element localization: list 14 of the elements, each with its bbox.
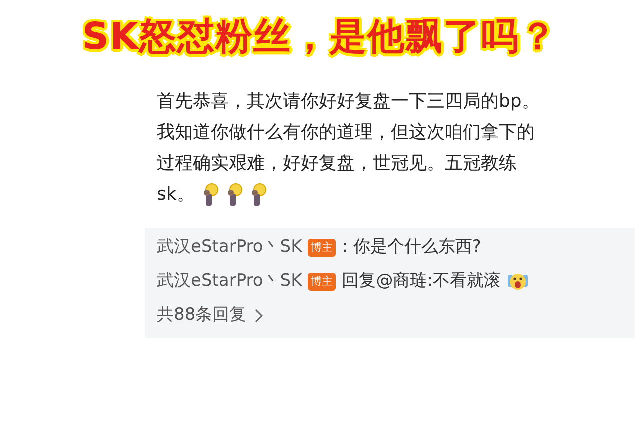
more-replies-link[interactable]: 共88条回复 — [157, 303, 247, 329]
reply-text: 回复@商琏:不看就滚 — [342, 270, 501, 294]
reply-text: : 你是个什么东西? — [342, 236, 482, 260]
blogger-badge: 博主 — [308, 273, 336, 291]
comment-text: 我知道你做什么有你的道理，但这次咱们拿下的 — [157, 121, 535, 145]
comment-text: 首先恭喜，其次请你好好复盘一下三四局的bp。 — [157, 90, 540, 114]
screaming-face-icon — [506, 272, 529, 292]
reply-author[interactable]: 武汉eStarPro丶SK — [157, 235, 302, 261]
headline: SK怒怼粉丝，是他飘了吗？ — [82, 14, 558, 60]
chevron-right-icon — [254, 309, 263, 323]
reply-author[interactable]: 武汉eStarPro丶SK — [157, 269, 302, 295]
comment-text: 过程确实艰难，好好复盘，世冠见。五冠教练 — [157, 152, 517, 176]
blogger-badge: 博主 — [308, 239, 336, 257]
comment-text: sk。 — [157, 183, 195, 207]
